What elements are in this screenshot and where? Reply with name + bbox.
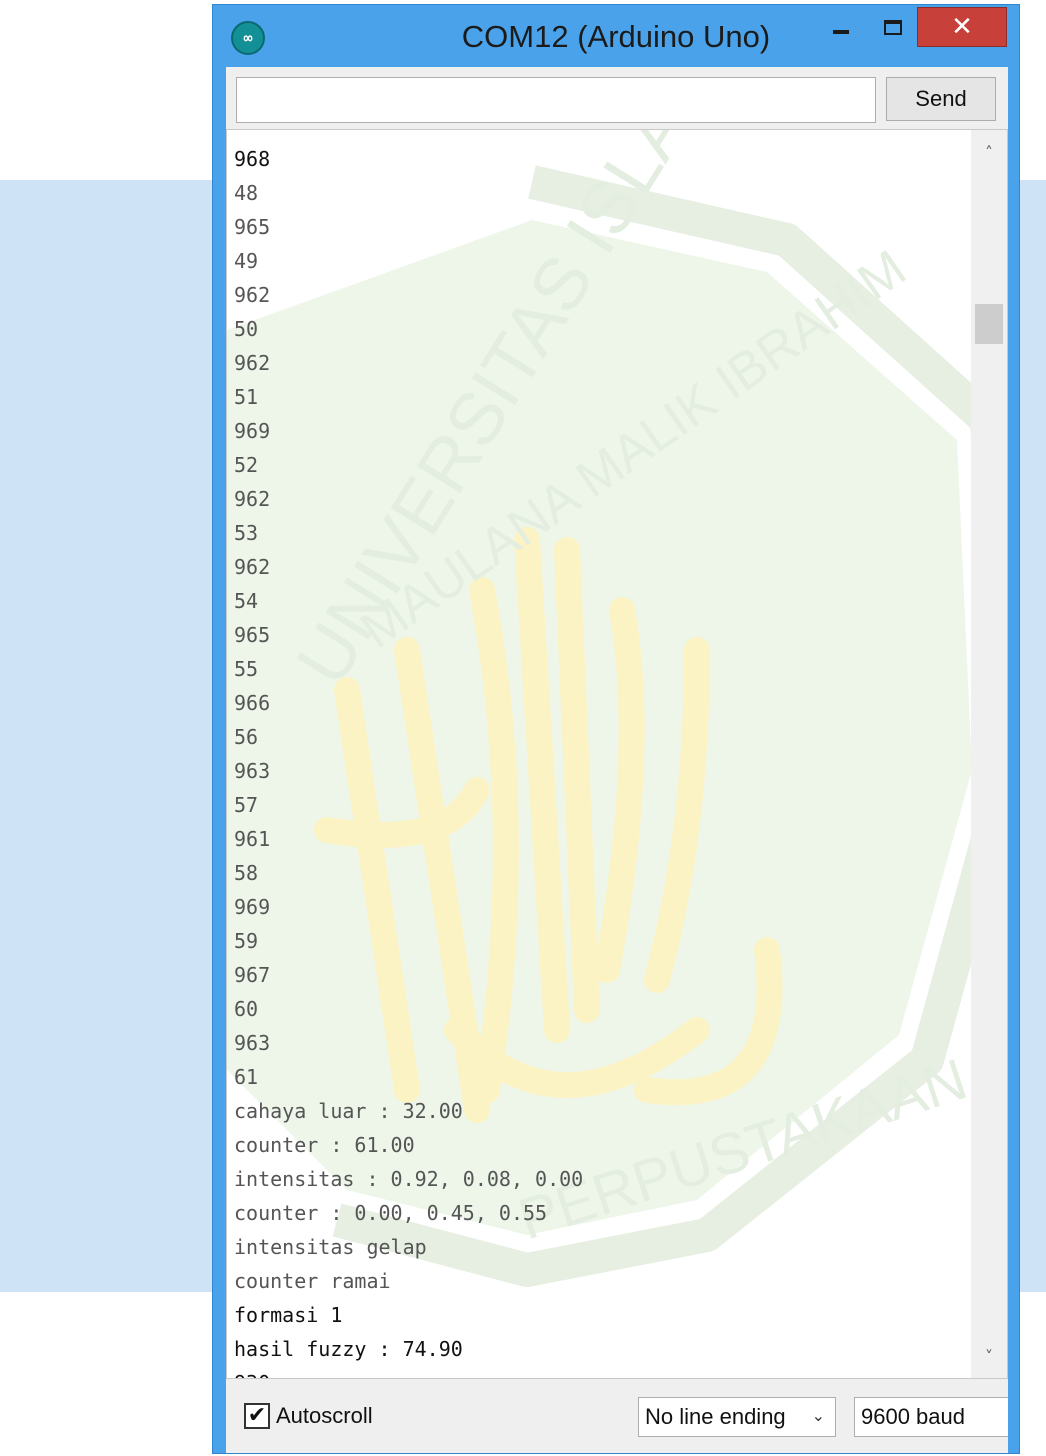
serial-output-line: counter : 0.00, 0.45, 0.55 xyxy=(234,1201,548,1225)
serial-output-line: counter : 61.00 xyxy=(234,1133,415,1157)
serial-output-line: 48 xyxy=(234,181,259,205)
maximize-button[interactable] xyxy=(873,7,913,47)
serial-output-line: cahaya luar : 32.00 xyxy=(234,1099,463,1123)
serial-output-line: 51 xyxy=(234,385,259,409)
serial-output-line: 962 xyxy=(234,351,271,375)
serial-output-line: 967 xyxy=(234,963,271,987)
scroll-thumb[interactable] xyxy=(975,304,1003,344)
autoscroll-label: Autoscroll xyxy=(276,1403,373,1428)
serial-output-line: intensitas gelap xyxy=(234,1235,427,1259)
close-icon: ✕ xyxy=(951,12,973,42)
chevron-down-icon: ⌄ xyxy=(811,1408,825,1425)
baud-rate-value: 9600 baud xyxy=(861,1404,965,1429)
serial-output-line: counter ramai xyxy=(234,1269,391,1293)
serial-output-line: 54 xyxy=(234,589,259,613)
serial-output-line: intensitas : 0.92, 0.08, 0.00 xyxy=(234,1167,584,1191)
line-ending-value: No line ending xyxy=(645,1404,786,1429)
serial-output-line: 969 xyxy=(234,419,271,443)
serial-output-line: 57 xyxy=(234,793,259,817)
serial-output-line: 961 xyxy=(234,827,271,851)
serial-output-lines: 968 48 965 49 962 50 962 51 969 52 962 53 962 54 965 55… xyxy=(234,142,964,1378)
serial-output-line: 962 xyxy=(234,283,271,307)
serial-output-line: 962 xyxy=(234,487,271,511)
serial-output-line: 49 xyxy=(234,249,259,273)
serial-output-line: formasi 1 xyxy=(234,1303,343,1327)
serial-output-line: 969 xyxy=(234,895,271,919)
serial-input[interactable] xyxy=(236,77,876,123)
vertical-scrollbar[interactable]: ˄ ˅ xyxy=(971,130,1007,1378)
serial-output-line: 52 xyxy=(234,453,259,477)
baud-rate-select[interactable]: 9600 baud xyxy=(854,1397,1008,1437)
serial-output-line: 61 xyxy=(234,1065,259,1089)
checkmark-icon: ✔ xyxy=(247,1403,267,1428)
serial-output-line: 968 xyxy=(234,147,271,171)
autoscroll-checkbox[interactable]: ✔ xyxy=(244,1403,270,1429)
minimize-button[interactable] xyxy=(821,7,861,47)
serial-output-area[interactable]: UNIVERSITAS ISLAM NEGERI MAULANA MALIK I… xyxy=(226,129,1008,1379)
minimize-icon xyxy=(833,30,849,34)
serial-output-line: 60 xyxy=(234,997,259,1021)
serial-output-line: 965 xyxy=(234,623,271,647)
serial-output-line: 930 xyxy=(234,1366,964,1378)
serial-output-line: 963 xyxy=(234,759,271,783)
footer-bar: ✔ Autoscroll No line ending ⌄ 9600 baud xyxy=(226,1379,1008,1453)
serial-output-line: 58 xyxy=(234,861,259,885)
serial-output-line: 53 xyxy=(234,521,259,545)
serial-output-line: 966 xyxy=(234,691,271,715)
scroll-down-icon[interactable]: ˅ xyxy=(971,1338,1007,1374)
serial-output-line: 963 xyxy=(234,1031,271,1055)
send-button[interactable]: Send xyxy=(886,77,996,121)
serial-output-line: 56 xyxy=(234,725,259,749)
serial-output-line: hasil fuzzy : 74.90 xyxy=(234,1337,463,1361)
title-bar[interactable]: ∞ COM12 (Arduino Uno) ✕ xyxy=(213,5,1019,67)
serial-output-line: 50 xyxy=(234,317,259,341)
serial-output-line: 965 xyxy=(234,215,271,239)
scroll-up-icon[interactable]: ˄ xyxy=(971,134,1007,170)
serial-monitor-window: ∞ COM12 (Arduino Uno) ✕ Send UNIVERSITAS… xyxy=(212,4,1020,1454)
serial-output-line: 55 xyxy=(234,657,259,681)
close-button[interactable]: ✕ xyxy=(917,7,1007,47)
send-bar: Send xyxy=(226,67,1008,129)
autoscroll-toggle[interactable]: ✔ Autoscroll xyxy=(244,1403,373,1429)
serial-output-line: 962 xyxy=(234,555,271,579)
serial-output-line: 59 xyxy=(234,929,259,953)
line-ending-select[interactable]: No line ending ⌄ xyxy=(638,1397,836,1437)
maximize-icon xyxy=(884,19,902,35)
